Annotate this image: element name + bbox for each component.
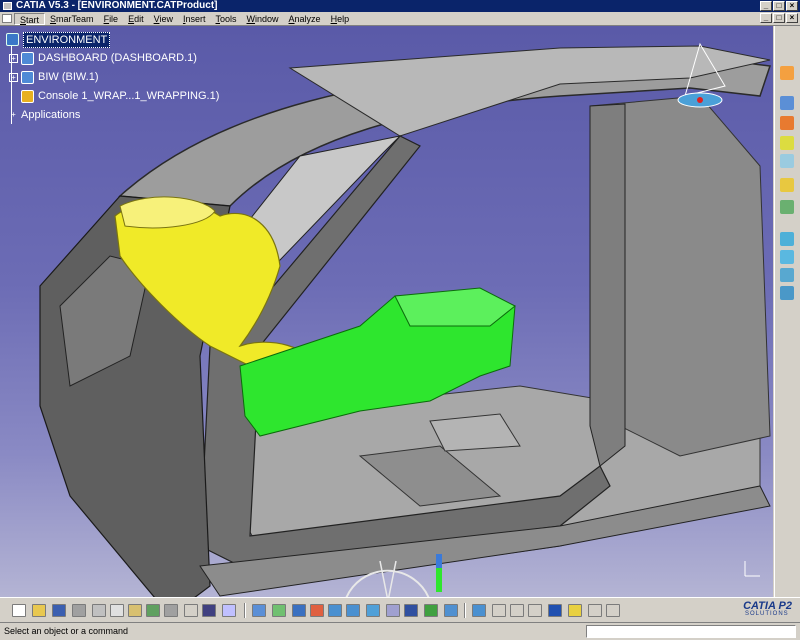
ground-icon[interactable] <box>588 604 602 617</box>
paste-icon[interactable] <box>128 604 142 617</box>
command-input[interactable] <box>586 625 796 638</box>
sync-icon[interactable] <box>606 604 620 617</box>
fit-all-icon[interactable] <box>272 604 286 617</box>
menu-help[interactable]: Help <box>326 13 355 25</box>
brand-subtitle: SOLUTIONS <box>745 611 789 617</box>
print-icon[interactable] <box>72 604 86 617</box>
save-icon[interactable] <box>52 604 66 617</box>
manipulate-icon[interactable] <box>780 232 794 246</box>
document-icon[interactable] <box>2 14 12 23</box>
tree-root-label[interactable]: ENVIRONMENT <box>23 31 111 48</box>
explode-icon[interactable] <box>780 268 794 282</box>
minimize-button[interactable]: _ <box>760 1 772 11</box>
menu-edit[interactable]: Edit <box>123 13 149 25</box>
menu-tools[interactable]: Tools <box>211 13 242 25</box>
bottom-toolbar <box>0 597 800 622</box>
catia-brand-logo: CATIA P2 <box>722 600 796 620</box>
tree-node-applications[interactable]: + Applications <box>6 106 219 125</box>
light-icon[interactable] <box>568 604 582 617</box>
last-icon[interactable] <box>510 604 524 617</box>
console-top <box>394 287 516 327</box>
hide-show-icon[interactable] <box>444 604 458 617</box>
maximize-button[interactable]: □ <box>773 1 785 11</box>
measure-icon[interactable] <box>548 604 562 617</box>
tree-node-console[interactable]: Console 1_WRAP...1_WRAPPING.1) <box>6 87 219 106</box>
compass-icon[interactable] <box>472 604 486 617</box>
product-root-icon <box>6 33 19 46</box>
catia-app-icon[interactable] <box>3 2 12 10</box>
window-controls: _ □ × <box>760 1 798 11</box>
axis-triad <box>744 561 760 577</box>
title-bar: CATIA V5.3 - [ENVIRONMENT.CATProduct] _ … <box>0 0 800 12</box>
table-icon[interactable] <box>202 604 216 617</box>
menu-analyze[interactable]: Analyze <box>284 13 326 25</box>
expand-icon[interactable]: + <box>9 54 18 63</box>
menu-start[interactable]: Start <box>14 12 46 25</box>
expand-icon[interactable]: + <box>9 73 18 82</box>
product-icon <box>21 52 34 65</box>
fly-icon[interactable] <box>252 604 266 617</box>
search-icon[interactable] <box>528 604 542 617</box>
quick-view-icon[interactable] <box>404 604 418 617</box>
zoom-out-icon[interactable] <box>346 604 360 617</box>
menu-file[interactable]: File <box>99 13 124 25</box>
replace-component-icon[interactable] <box>780 200 794 214</box>
fly-mode-icon[interactable] <box>780 96 794 110</box>
toolbar-separator <box>244 603 246 618</box>
tree-node-biw[interactable]: + BIW (BIW.1) <box>6 68 219 87</box>
menu-window[interactable]: Window <box>242 13 284 25</box>
menu-bar: Start SmarTeam File Edit View Insert Too… <box>0 12 800 26</box>
tree-node-dashboard[interactable]: + DASHBOARD (DASHBOARD.1) <box>6 49 219 68</box>
shading-icon[interactable] <box>424 604 438 617</box>
tree-node-label[interactable]: BIW (BIW.1) <box>38 68 99 87</box>
new-part-icon[interactable] <box>780 154 794 168</box>
copy-icon[interactable] <box>110 604 124 617</box>
window-title: CATIA V5.3 - [ENVIRONMENT.CATProduct] <box>16 0 218 11</box>
close-button[interactable]: × <box>786 1 798 11</box>
first-icon[interactable] <box>492 604 506 617</box>
new-document-icon[interactable] <box>12 604 26 617</box>
b-pillar <box>589 103 626 467</box>
redo-icon[interactable] <box>164 604 178 617</box>
3d-viewport[interactable]: ENVIRONMENT + DASHBOARD (DASHBOARD.1) + … <box>0 26 773 597</box>
product-icon <box>21 71 34 84</box>
doc-minimize-button[interactable]: _ <box>760 13 772 23</box>
tree-node-label[interactable]: Applications <box>21 106 80 125</box>
tree-root[interactable]: ENVIRONMENT <box>6 30 219 49</box>
new-product-icon[interactable] <box>780 136 794 150</box>
status-message: Select an object or a command <box>4 626 129 636</box>
stop-manipulate-icon[interactable] <box>780 286 794 300</box>
formula-icon[interactable] <box>184 604 198 617</box>
document-window-controls: _ □ × <box>760 13 798 23</box>
doc-maximize-button[interactable]: □ <box>773 13 785 23</box>
part-icon <box>21 90 34 103</box>
zoom-in-icon[interactable] <box>328 604 342 617</box>
expand-icon[interactable]: + <box>9 111 18 120</box>
new-component-icon[interactable] <box>780 116 794 130</box>
select-arrow-icon[interactable] <box>780 66 794 80</box>
snap-icon[interactable] <box>780 250 794 264</box>
toolbar-separator <box>464 603 466 618</box>
pan-icon[interactable] <box>292 604 306 617</box>
undo-icon[interactable] <box>146 604 160 617</box>
specification-tree: ENVIRONMENT + DASHBOARD (DASHBOARD.1) + … <box>6 30 219 125</box>
existing-component-icon[interactable] <box>780 178 794 192</box>
menu-smarteam[interactable]: SmarTeam <box>45 13 99 25</box>
open-folder-icon[interactable] <box>32 604 46 617</box>
right-toolbar <box>774 26 800 597</box>
status-bar: Select an object or a command <box>0 622 800 640</box>
menu-view[interactable]: View <box>149 13 178 25</box>
rotate-icon[interactable] <box>310 604 324 617</box>
cut-icon[interactable] <box>92 604 106 617</box>
tree-node-label[interactable]: Console 1_WRAP...1_WRAPPING.1) <box>38 87 219 106</box>
whats-this-icon[interactable] <box>222 604 236 617</box>
menu-insert[interactable]: Insert <box>178 13 211 25</box>
create-multi-view-icon[interactable] <box>386 604 400 617</box>
tree-node-label[interactable]: DASHBOARD (DASHBOARD.1) <box>38 49 197 68</box>
normal-view-icon[interactable] <box>366 604 380 617</box>
doc-close-button[interactable]: × <box>786 13 798 23</box>
